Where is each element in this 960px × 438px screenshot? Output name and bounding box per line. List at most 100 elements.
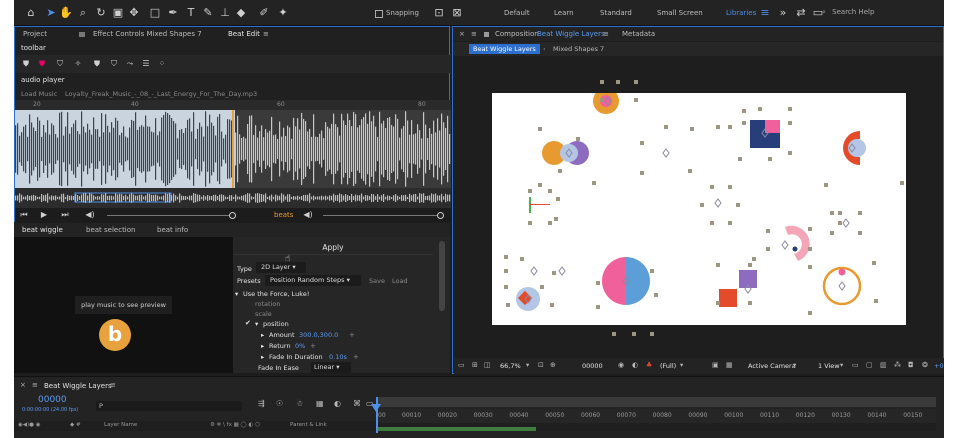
current-time[interactable]: 00000 [38,395,67,405]
timeline-close-icon[interactable]: × [20,381,26,389]
rectangle-tool-icon[interactable]: □ [148,6,162,20]
handle[interactable] [558,169,562,173]
timeline-menu-icon[interactable]: ≡ [32,381,38,389]
comp-camera-icon[interactable]: ◘ [908,361,914,369]
handle[interactable] [592,181,596,185]
handle[interactable] [716,263,720,267]
handle[interactable] [634,98,638,102]
lock-icon[interactable] [79,32,85,37]
amount-add-icon[interactable]: + [349,331,355,339]
handle[interactable] [736,203,740,207]
shape-small-dot[interactable] [792,246,798,252]
handle[interactable] [596,281,600,285]
handle[interactable] [688,169,692,173]
handle[interactable] [872,261,876,265]
handle[interactable] [808,227,812,231]
workspace-standard[interactable]: Standard [600,9,632,17]
handle[interactable] [748,301,752,305]
handle[interactable] [808,311,812,315]
marker-icon[interactable]: ⛊ [21,59,31,69]
home-icon[interactable]: ⌂ [24,6,38,20]
handle[interactable] [654,293,658,297]
tab-menu-icon[interactable]: ≡ [263,30,269,38]
type-select[interactable]: 2D Layer ▾ [256,262,306,273]
handle[interactable] [738,157,742,161]
handle[interactable] [742,121,746,125]
fade-in-ease-select[interactable]: Linear ▾ [311,362,351,373]
handle[interactable] [520,257,524,261]
parent-header[interactable]: Parent & Link [290,422,327,428]
play-icon[interactable]: ▶ [39,210,49,220]
handle[interactable] [600,98,604,102]
return-expander-icon[interactable]: ▸ [261,342,264,350]
return-value[interactable]: 0% [295,342,305,350]
handle[interactable] [710,221,714,225]
exposure-icon[interactable]: ❂ [922,361,928,369]
handle[interactable] [838,211,842,215]
timeline-tab-menu-icon[interactable]: ≡ [110,381,116,389]
handle[interactable] [504,255,508,259]
anchor-point-icon[interactable] [662,148,670,158]
overflow-icon[interactable]: » [776,6,790,20]
type-tool-icon[interactable]: T [184,6,198,20]
return-add-icon[interactable]: + [310,342,316,350]
handle[interactable] [808,247,812,251]
comp-timecode[interactable]: 00000 [582,362,603,370]
exposure-value[interactable]: +0 [934,362,944,370]
dots-icon[interactable]: ⁘ [157,59,167,69]
region-icon[interactable]: ▭ [458,361,465,369]
handle[interactable] [710,185,714,189]
timeline-comp-name[interactable]: Beat Wiggle Layers [44,382,112,390]
toggle-transparency-icon[interactable]: ▦ [726,361,733,369]
anchor-point-icon[interactable] [781,240,789,250]
handle[interactable] [538,127,542,131]
shape-red-line[interactable] [530,204,550,205]
handle[interactable] [528,221,532,225]
show-snapshot-icon[interactable]: ◐ [632,361,638,369]
waveform[interactable] [15,110,451,208]
graph-editor-icon[interactable]: ⌘ [353,399,361,408]
anchor-point-icon[interactable] [838,281,846,291]
shape-red-ring-inner[interactable] [848,139,866,157]
handle[interactable] [788,107,792,111]
flowchart-icon[interactable]: ⁂ [894,361,901,369]
handle[interactable] [824,183,828,187]
amount-expander-icon[interactable]: ▸ [261,331,264,339]
shape-pink-arc[interactable] [785,225,810,261]
scale-label[interactable]: scale [255,310,272,318]
breadcrumb-beat-wiggle-layers[interactable]: Beat Wiggle Layers [469,44,540,54]
volume-knob[interactable] [229,212,236,219]
skip-forward-icon[interactable]: ⏭ [60,210,70,220]
handle[interactable] [766,247,770,251]
clone-stamp-tool-icon[interactable]: ⊥ [218,6,232,20]
anchor-point-icon[interactable] [842,218,850,228]
handle[interactable] [768,157,772,161]
guide-icon[interactable]: ⊕ [550,361,556,369]
work-area-bar[interactable] [376,397,936,407]
marker-arrow-icon[interactable]: ✧ [73,59,83,69]
handle[interactable] [788,121,792,125]
fade-in-duration-value[interactable]: 0.10s [329,353,347,361]
rotate-tool-icon[interactable]: ↻ [94,6,108,20]
force-expander-icon[interactable]: ▾ [235,290,238,298]
view-layout[interactable]: 1 View [818,362,840,370]
handle[interactable] [830,211,834,215]
mask-feather-icon[interactable]: ▭ [366,399,374,408]
rotation-label[interactable]: rotation [255,300,281,308]
handle[interactable] [640,141,644,145]
pixel-aspect-icon[interactable]: ▭ [852,361,859,369]
handle[interactable] [838,221,842,225]
resolution[interactable]: (Full) [660,362,676,370]
close-icon[interactable]: × [459,30,465,38]
tab-metadata[interactable]: Metadata [622,30,655,38]
tab-beat-selection[interactable]: beat selection [86,226,135,234]
composition-canvas[interactable] [492,93,906,325]
handle[interactable] [612,332,616,336]
handle[interactable] [858,231,862,235]
camera-dropdown-icon[interactable]: ▾ [793,361,796,369]
marker-plus-icon[interactable]: ⛉ [109,59,119,69]
tab-beat-edit[interactable]: Beat Edit [228,30,260,38]
snap-options-icon[interactable]: ⊡ [432,6,446,20]
handle[interactable] [550,303,554,307]
handle[interactable] [540,285,544,289]
